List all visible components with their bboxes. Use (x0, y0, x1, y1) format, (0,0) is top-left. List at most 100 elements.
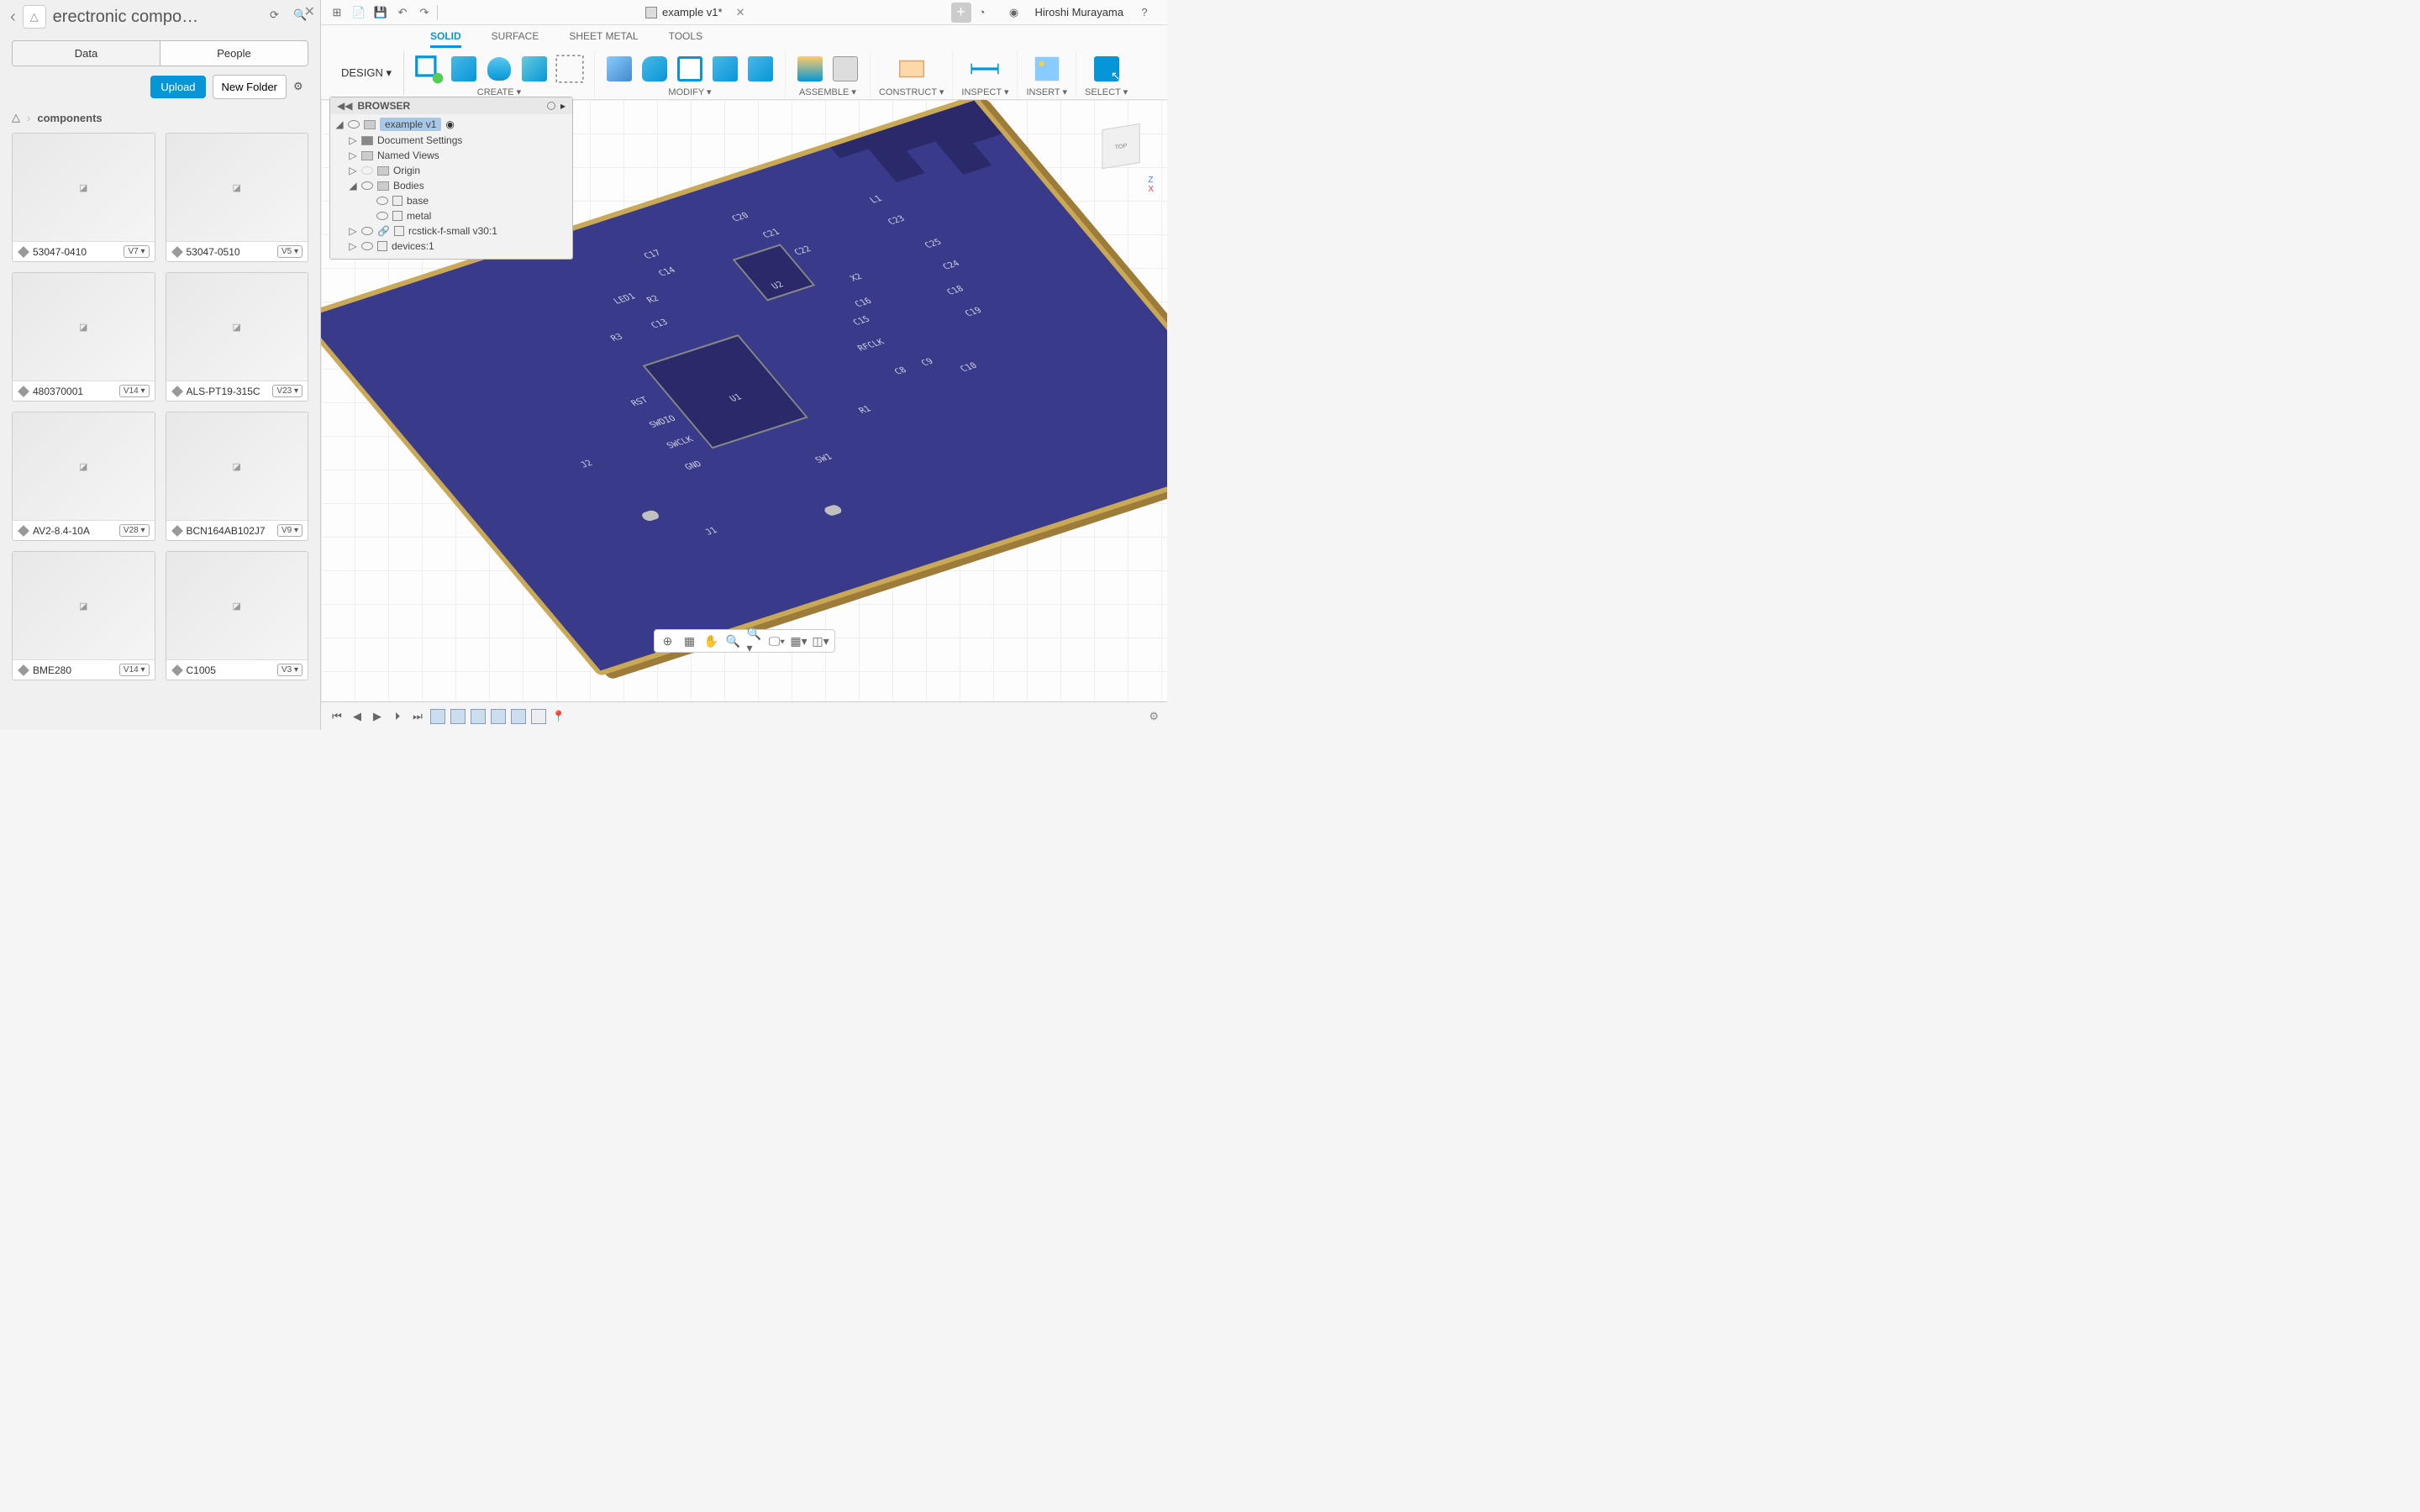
move-icon[interactable] (744, 53, 776, 85)
browser-collapse-icon[interactable] (547, 102, 555, 110)
version-badge[interactable]: V9 ▾ (277, 524, 302, 537)
version-badge[interactable]: V14 ▾ (119, 664, 150, 676)
tree-origin[interactable]: ▷Origin (334, 163, 569, 178)
timeline-feature[interactable] (531, 709, 546, 724)
timeline-next-icon[interactable]: ⏵ (390, 709, 405, 724)
grid-settings-icon[interactable]: ▦▾ (791, 633, 808, 649)
tab-people[interactable]: People (160, 41, 308, 66)
tree-named-views[interactable]: ▷Named Views (334, 148, 569, 163)
look-at-icon[interactable]: ▦ (681, 633, 698, 649)
sketch-icon[interactable] (413, 53, 445, 85)
timeline-start-icon[interactable]: ⏮ (329, 709, 345, 724)
cube-icon (171, 386, 183, 397)
apps-grid-icon[interactable]: ⊞ (326, 2, 348, 24)
tree-bodies[interactable]: ◢Bodies (334, 178, 569, 193)
ribbon-tab-sheet-metal[interactable]: SHEET METAL (569, 30, 638, 48)
new-tab-button[interactable]: + (951, 3, 971, 23)
browser-back-icon[interactable]: ◀◀ (337, 100, 352, 112)
tree-body-metal[interactable]: metal (334, 208, 569, 223)
new-folder-button[interactable]: New Folder (213, 75, 287, 99)
panel-settings-icon[interactable]: ⚙ (293, 80, 308, 95)
timeline-play-icon[interactable]: ▶ (370, 709, 385, 724)
component-thumbnail[interactable]: ◪ AV2-8.4-10A V28 ▾ (12, 412, 155, 541)
pan-icon[interactable]: ✋ (703, 633, 720, 649)
component-thumbnail[interactable]: ◪ 480370001 V14 ▾ (12, 272, 155, 402)
viewports-icon[interactable]: ◫▾ (813, 633, 829, 649)
timeline-feature[interactable] (491, 709, 506, 724)
ribbon-tab-surface[interactable]: SURFACE (492, 30, 539, 48)
insert-icon[interactable] (1031, 53, 1063, 85)
revolve-icon[interactable] (483, 53, 515, 85)
fillet-icon[interactable] (639, 53, 671, 85)
select-icon[interactable] (1091, 53, 1123, 85)
zoom-icon[interactable]: 🔍 (725, 633, 742, 649)
ribbon-tab-tools[interactable]: TOOLS (669, 30, 702, 48)
combine-icon[interactable] (709, 53, 741, 85)
tree-component-devices[interactable]: ▷devices:1 (334, 239, 569, 254)
version-badge[interactable]: V23 ▾ (272, 385, 302, 397)
project-logo-icon[interactable]: △ (23, 5, 46, 29)
ribbon-tab-solid[interactable]: SOLID (430, 30, 461, 48)
back-icon[interactable]: ‹ (10, 8, 16, 27)
help-icon[interactable]: ? (1134, 2, 1155, 24)
user-name[interactable]: Hiroshi Murayama (1035, 6, 1123, 18)
version-badge[interactable]: V3 ▾ (277, 664, 302, 676)
version-badge[interactable]: V7 ▾ (124, 245, 149, 258)
hole-icon[interactable] (518, 53, 550, 85)
version-badge[interactable]: V28 ▾ (119, 524, 150, 537)
tab-data[interactable]: Data (13, 41, 160, 66)
ribbon-group-assemble: ASSEMBLE ▾ (786, 51, 871, 97)
timeline-end-icon[interactable]: ⏭ (410, 709, 425, 724)
timeline: ⏮ ◀ ▶ ⏵ ⏭ 📍 ⚙ (321, 701, 1167, 730)
document-tab[interactable]: example v1* ✕ (439, 6, 951, 19)
breadcrumb[interactable]: △ › components (0, 108, 320, 133)
tree-component-rcstick[interactable]: ▷🔗rcstick-f-small v30:1 (334, 223, 569, 239)
component-thumbnail[interactable]: ◪ BME280 V14 ▾ (12, 551, 155, 680)
upload-button[interactable]: Upload (150, 76, 205, 98)
joint-icon[interactable] (794, 53, 826, 85)
fit-icon[interactable]: 🔍▾ (747, 633, 764, 649)
form-icon[interactable] (554, 53, 586, 85)
tree-root[interactable]: ◢example v1◉ (334, 116, 569, 133)
viewcube[interactable]: TOP (1092, 117, 1150, 176)
as-built-joint-icon[interactable] (829, 53, 861, 85)
component-thumbnail[interactable]: ◪ C1005 V3 ▾ (166, 551, 309, 680)
workspace-menu[interactable]: DESIGN ▾ (329, 51, 404, 95)
close-tab-icon[interactable]: ✕ (736, 6, 745, 19)
save-icon[interactable]: 💾 (370, 2, 392, 24)
timeline-feature[interactable] (471, 709, 486, 724)
component-name: AV2-8.4-10A (33, 525, 116, 537)
extrude-icon[interactable] (448, 53, 480, 85)
timeline-feature[interactable] (430, 709, 445, 724)
timeline-marker-icon[interactable]: 📍 (551, 709, 566, 724)
file-icon[interactable]: 📄 (348, 2, 370, 24)
tree-document-settings[interactable]: ▷Document Settings (334, 133, 569, 148)
redo-icon[interactable]: ↷ (413, 2, 435, 24)
construct-plane-icon[interactable] (896, 53, 928, 85)
shell-icon[interactable] (674, 53, 706, 85)
close-panel-icon[interactable]: ✕ (304, 3, 315, 20)
tree-body-base[interactable]: base (334, 193, 569, 208)
component-name: BME280 (33, 664, 116, 676)
press-pull-icon[interactable] (603, 53, 635, 85)
display-settings-icon[interactable]: 🖵▾ (769, 633, 786, 649)
component-thumbnail[interactable]: ◪ ALS-PT19-315C V23 ▾ (166, 272, 309, 402)
cube-icon (171, 525, 183, 537)
timeline-feature[interactable] (511, 709, 526, 724)
measure-icon[interactable] (969, 53, 1001, 85)
thumbnail-preview: ◪ (166, 273, 308, 381)
component-thumbnail[interactable]: ◪ BCN164AB102J7 V9 ▾ (166, 412, 309, 541)
timeline-feature[interactable] (450, 709, 466, 724)
refresh-icon[interactable]: ⟳ (270, 8, 287, 25)
extensions-icon[interactable]: ◔ (971, 2, 993, 24)
undo-icon[interactable]: ↶ (392, 2, 413, 24)
timeline-prev-icon[interactable]: ◀ (350, 709, 365, 724)
ribbon-group-create: CREATE ▾ (404, 51, 595, 97)
component-thumbnail[interactable]: ◪ 53047-0410 V7 ▾ (12, 133, 155, 262)
version-badge[interactable]: V5 ▾ (277, 245, 302, 258)
orbit-icon[interactable]: ⊕ (660, 633, 676, 649)
component-thumbnail[interactable]: ◪ 53047-0510 V5 ▾ (166, 133, 309, 262)
version-badge[interactable]: V14 ▾ (119, 385, 150, 397)
job-status-icon[interactable]: ◉ (1003, 2, 1025, 24)
timeline-settings-icon[interactable]: ⚙ (1149, 710, 1159, 723)
